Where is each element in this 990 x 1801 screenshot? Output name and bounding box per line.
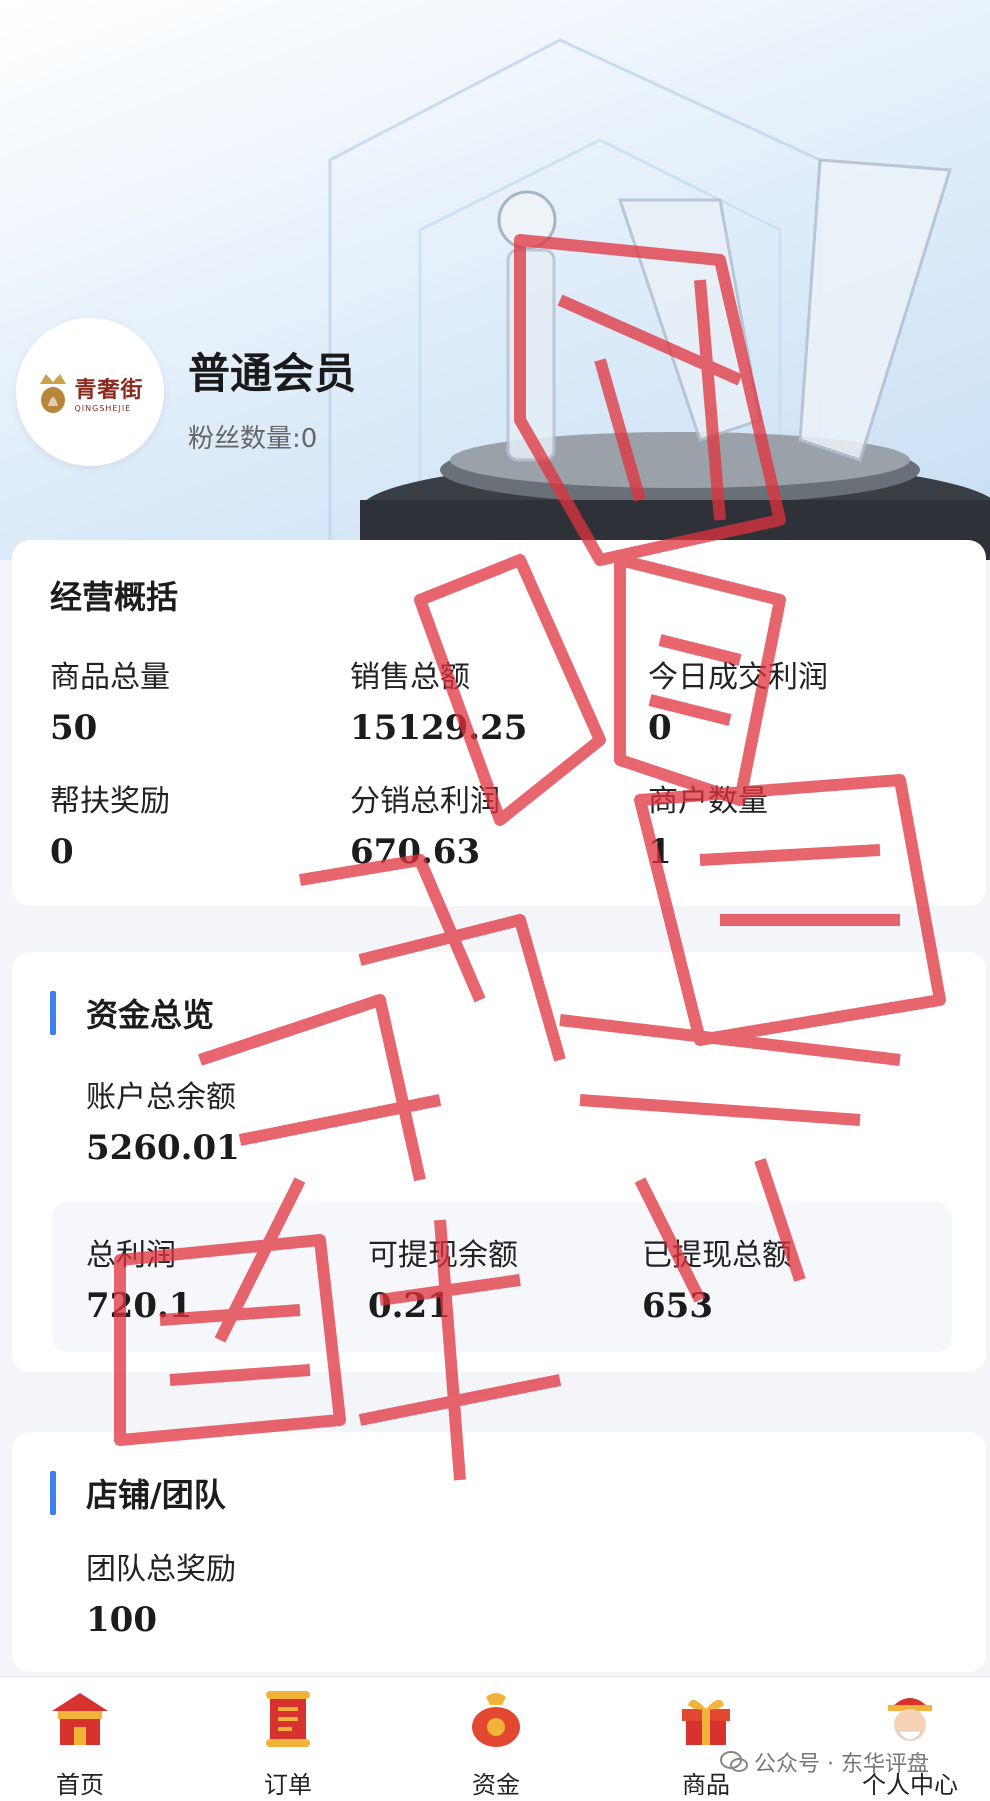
watermark-footer: 公众号 · 东华评盘 [720, 1746, 929, 1778]
stat-value: 5260.01 [86, 1128, 240, 1168]
crown-logo-icon [40, 374, 67, 413]
stat-label: 商品总量 [50, 660, 170, 695]
tab-home[interactable]: 首页 [20, 1687, 140, 1800]
bottom-tab-bar: 首页 订单 资金 商品 个人中心 [0, 1676, 990, 1801]
stat-label: 商户数量 [648, 784, 768, 819]
stat-withdrawable[interactable]: 可提现余额 0.21 [368, 1230, 518, 1326]
shop-title: 店铺/团队 [50, 1470, 226, 1516]
stat-value: 15129.25 [350, 708, 528, 748]
order-scroll-icon [266, 1691, 310, 1747]
shop-title-text: 店铺/团队 [86, 1476, 226, 1514]
gift-box-icon [682, 1699, 730, 1745]
stat-label: 今日成交利润 [648, 660, 828, 695]
brand-sub: QINGSHEJIE [74, 403, 132, 413]
stat-product-total[interactable]: 商品总量 50 [50, 652, 170, 748]
stat-merchant-count[interactable]: 商户数量 1 [648, 776, 768, 872]
stat-label: 帮扶奖励 [50, 784, 170, 819]
tab-label: 订单 [264, 1771, 312, 1799]
funds-title: 资金总览 [50, 990, 214, 1036]
stat-value: 670.63 [350, 832, 481, 872]
stat-value: 720.1 [86, 1286, 193, 1326]
stat-label: 团队总奖励 [86, 1552, 236, 1587]
stat-label: 总利润 [86, 1238, 176, 1273]
watermark-text: 公众号 · 东华评盘 [754, 1752, 929, 1777]
stat-distribution-profit[interactable]: 分销总利润 670.63 [350, 776, 500, 872]
money-bag-icon [472, 1693, 520, 1747]
stat-label: 可提现余额 [368, 1238, 518, 1273]
section-accent-bar [50, 1471, 56, 1515]
stat-value: 1 [648, 832, 672, 872]
stat-label: 已提现总额 [642, 1238, 792, 1273]
stat-value: 653 [642, 1286, 713, 1326]
wechat-icon [720, 1751, 748, 1772]
business-overview-card: 经营概括 商品总量 50 销售总额 15129.25 今日成交利润 0 帮扶奖励… [12, 540, 986, 906]
shop-team-card: 店铺/团队 团队总奖励 100 [12, 1432, 986, 1672]
brand-avatar[interactable]: 青奢街 QINGSHEJIE [16, 318, 164, 466]
tab-orders[interactable]: 订单 [228, 1687, 348, 1800]
stat-value: 0.21 [368, 1286, 451, 1326]
funds-detail-panel: 总利润 720.1 可提现余额 0.21 已提现总额 653 [52, 1202, 952, 1352]
tab-products[interactable]: 商品 [646, 1687, 766, 1800]
stat-account-balance[interactable]: 账户总余额 5260.01 [86, 1072, 240, 1168]
stat-today-profit[interactable]: 今日成交利润 0 [648, 652, 828, 748]
stat-label: 销售总额 [350, 660, 470, 695]
stat-value: 50 [50, 708, 98, 748]
stat-value: 0 [50, 832, 74, 872]
stat-label: 分销总利润 [350, 784, 500, 819]
tab-funds[interactable]: 资金 [436, 1687, 556, 1800]
stat-team-reward[interactable]: 团队总奖励 100 [86, 1544, 236, 1640]
profile-header [0, 0, 990, 560]
stat-value: 0 [648, 708, 672, 748]
tab-label: 首页 [56, 1771, 104, 1799]
stat-total-profit[interactable]: 总利润 720.1 [86, 1230, 192, 1326]
funds-title-text: 资金总览 [86, 996, 215, 1034]
hero-decoration [328, 38, 990, 560]
home-icon [52, 1693, 108, 1745]
stat-sales-total[interactable]: 销售总额 15129.25 [350, 652, 527, 748]
tab-label: 资金 [472, 1771, 520, 1799]
fortune-god-icon [888, 1698, 932, 1741]
overview-title: 经营概括 [50, 578, 179, 616]
funds-overview-card: 资金总览 账户总余额 5260.01 总利润 720.1 可提现余额 0.21 … [12, 952, 986, 1372]
tab-profile[interactable]: 个人中心 [850, 1687, 970, 1800]
stat-label: 账户总余额 [86, 1080, 236, 1115]
brand-name: 青奢街 [74, 376, 144, 403]
member-level: 普通会员 [188, 349, 357, 398]
section-accent-bar [50, 991, 56, 1035]
stat-support-reward[interactable]: 帮扶奖励 0 [50, 776, 170, 872]
fans-count: 粉丝数量:0 [188, 424, 318, 454]
stat-value: 100 [86, 1600, 157, 1640]
stat-withdrawn-total[interactable]: 已提现总额 653 [642, 1230, 792, 1326]
